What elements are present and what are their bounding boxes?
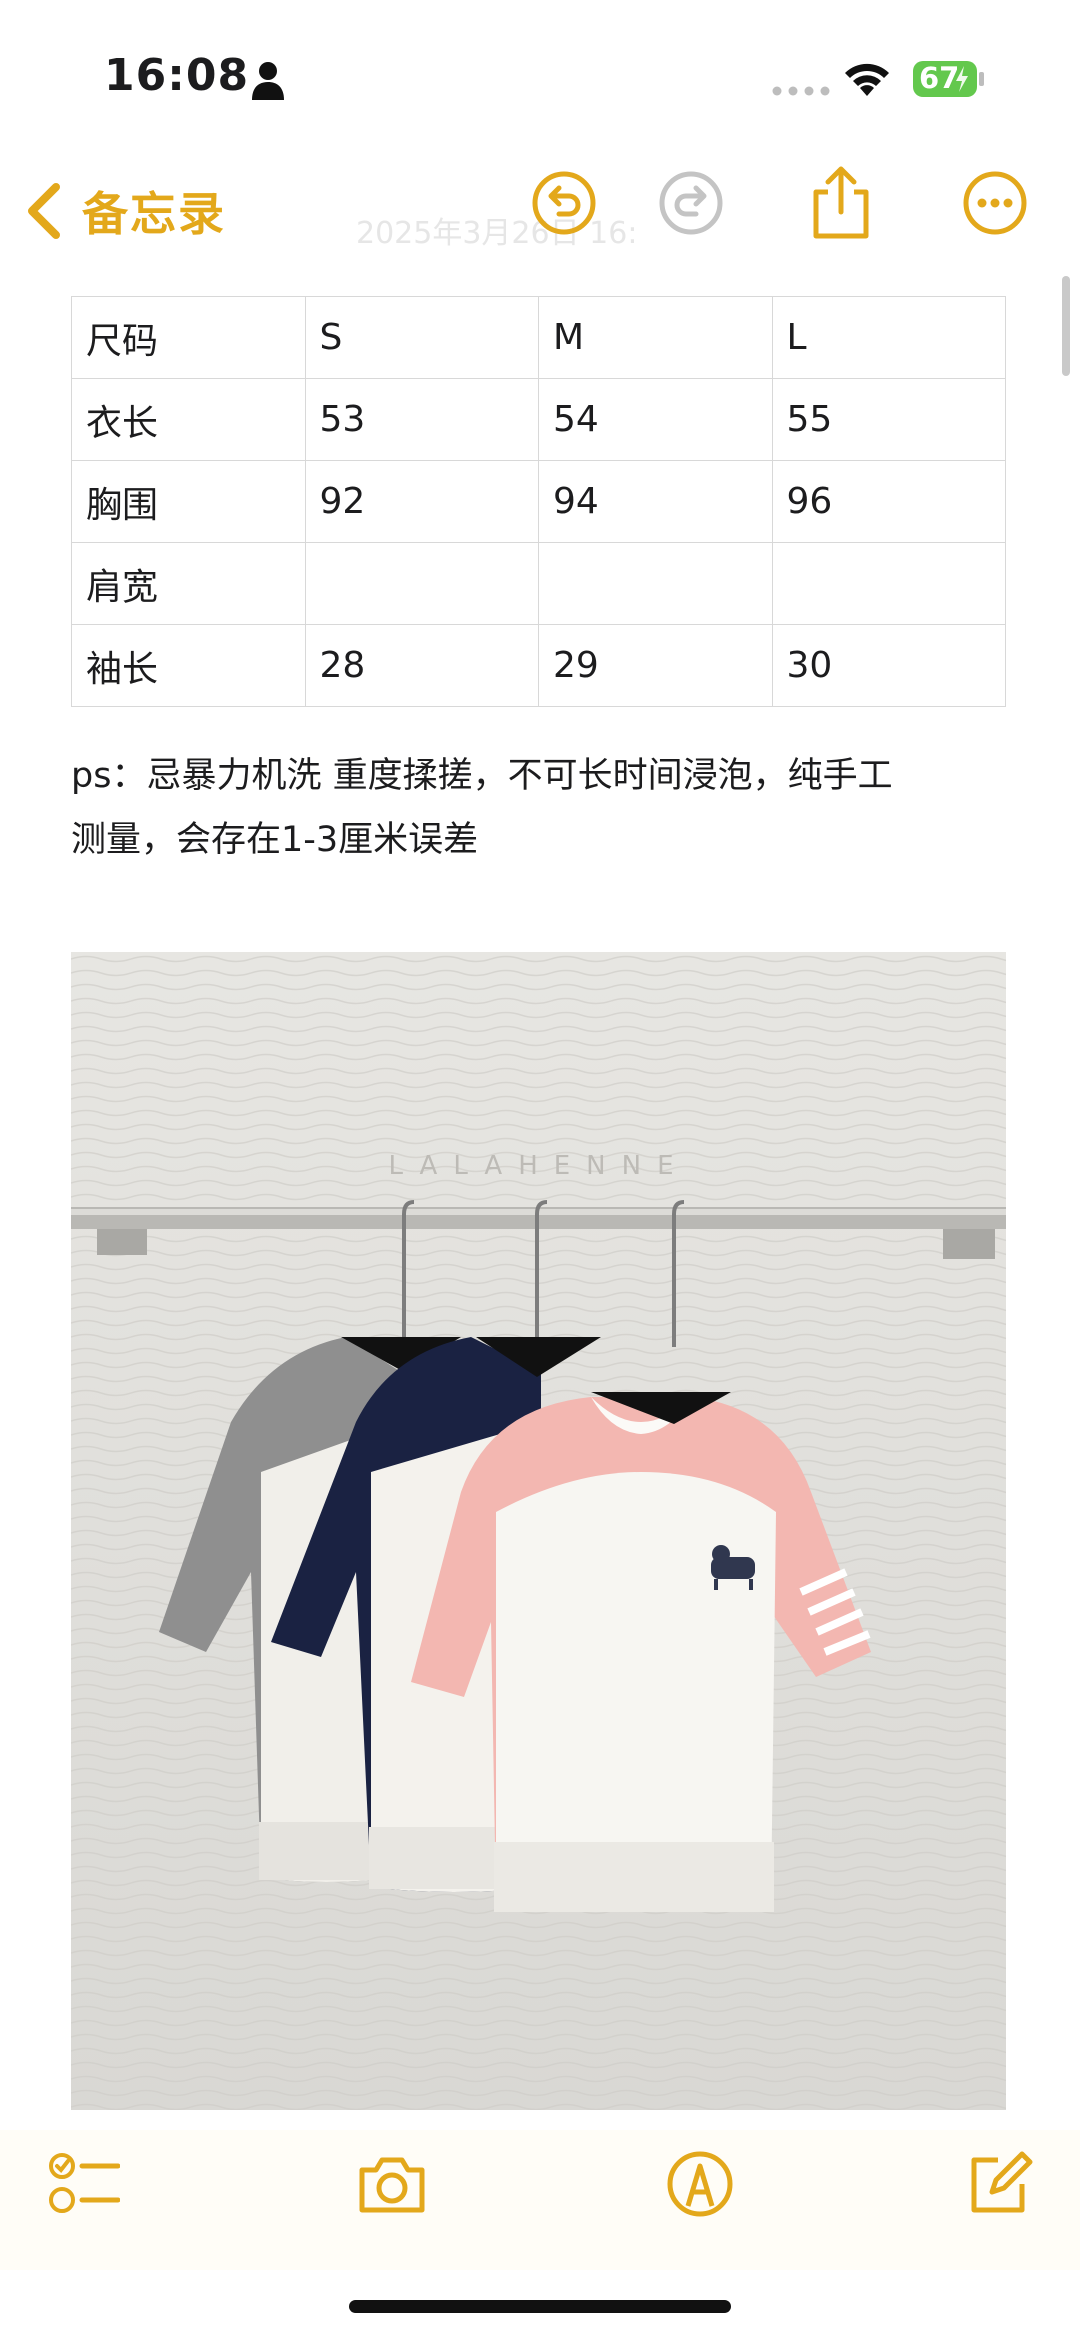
- note-text[interactable]: ps：忌暴力机洗 重度揉搓，不可长时间浸泡，纯手工 测量，会存在1-3厘米误差: [71, 744, 1021, 872]
- back-label: 备忘录: [82, 187, 226, 241]
- checklist-icon[interactable]: [48, 2148, 120, 2220]
- note-line: 测量，会存在1-3厘米误差: [71, 820, 479, 860]
- status-bar: 16:08 67: [0, 0, 1080, 150]
- undo-icon[interactable]: [529, 168, 599, 238]
- table-cell[interactable]: [771, 542, 1006, 625]
- scroll-indicator[interactable]: [1062, 276, 1070, 376]
- camera-icon[interactable]: [356, 2148, 428, 2220]
- table-cell[interactable]: 袖长: [71, 624, 306, 707]
- redo-icon[interactable]: [656, 168, 726, 238]
- cellular-signal-icon: [772, 86, 830, 96]
- note-line: ps：忌暴力机洗 重度揉搓，不可长时间浸泡，纯手工: [71, 756, 893, 796]
- compose-icon[interactable]: [962, 2148, 1034, 2220]
- table-row: 尺码 S M L: [71, 296, 1006, 379]
- home-indicator[interactable]: [349, 2300, 731, 2313]
- table-cell[interactable]: 胸围: [71, 460, 306, 543]
- table-row: 衣长 53 54 55: [71, 378, 1006, 461]
- bottom-toolbar: [0, 2130, 1080, 2270]
- wifi-icon: [845, 63, 889, 96]
- table-cell[interactable]: 尺码: [71, 296, 306, 379]
- markup-icon[interactable]: [664, 2148, 736, 2220]
- back-button[interactable]: 备忘录: [22, 178, 226, 244]
- status-time: 16:08: [104, 50, 250, 101]
- table-cell[interactable]: L: [771, 296, 1006, 379]
- table-row: 袖长 28 29 30: [71, 624, 1006, 707]
- table-cell[interactable]: [304, 542, 539, 625]
- more-icon[interactable]: [960, 168, 1030, 238]
- table-cell[interactable]: 53: [304, 378, 539, 461]
- size-table: 尺码 S M L 衣长 53 54 55 胸围 92 94 96 肩宽 袖长 2…: [71, 296, 1006, 707]
- table-cell[interactable]: 30: [771, 624, 1006, 707]
- battery-level: 67: [919, 61, 960, 95]
- table-row: 肩宽: [71, 542, 1006, 625]
- photo-watermark: LALAHENNE: [388, 1151, 689, 1181]
- table-cell[interactable]: 92: [304, 460, 539, 543]
- table-cell[interactable]: 54: [538, 378, 773, 461]
- table-cell[interactable]: 29: [538, 624, 773, 707]
- table-cell[interactable]: 衣长: [71, 378, 306, 461]
- chevron-left-icon: [28, 183, 60, 239]
- note-photo[interactable]: LALAHENNE: [71, 952, 1006, 2110]
- table-cell[interactable]: 28: [304, 624, 539, 707]
- share-icon[interactable]: [808, 164, 874, 240]
- table-cell[interactable]: [538, 542, 773, 625]
- person-icon: [252, 62, 284, 100]
- table-cell[interactable]: 55: [771, 378, 1006, 461]
- table-cell[interactable]: 肩宽: [71, 542, 306, 625]
- battery-icon: 67: [912, 60, 986, 98]
- table-cell[interactable]: S: [304, 296, 539, 379]
- table-cell[interactable]: 94: [538, 460, 773, 543]
- table-cell[interactable]: M: [538, 296, 773, 379]
- table-row: 胸围 92 94 96: [71, 460, 1006, 543]
- table-cell[interactable]: 96: [771, 460, 1006, 543]
